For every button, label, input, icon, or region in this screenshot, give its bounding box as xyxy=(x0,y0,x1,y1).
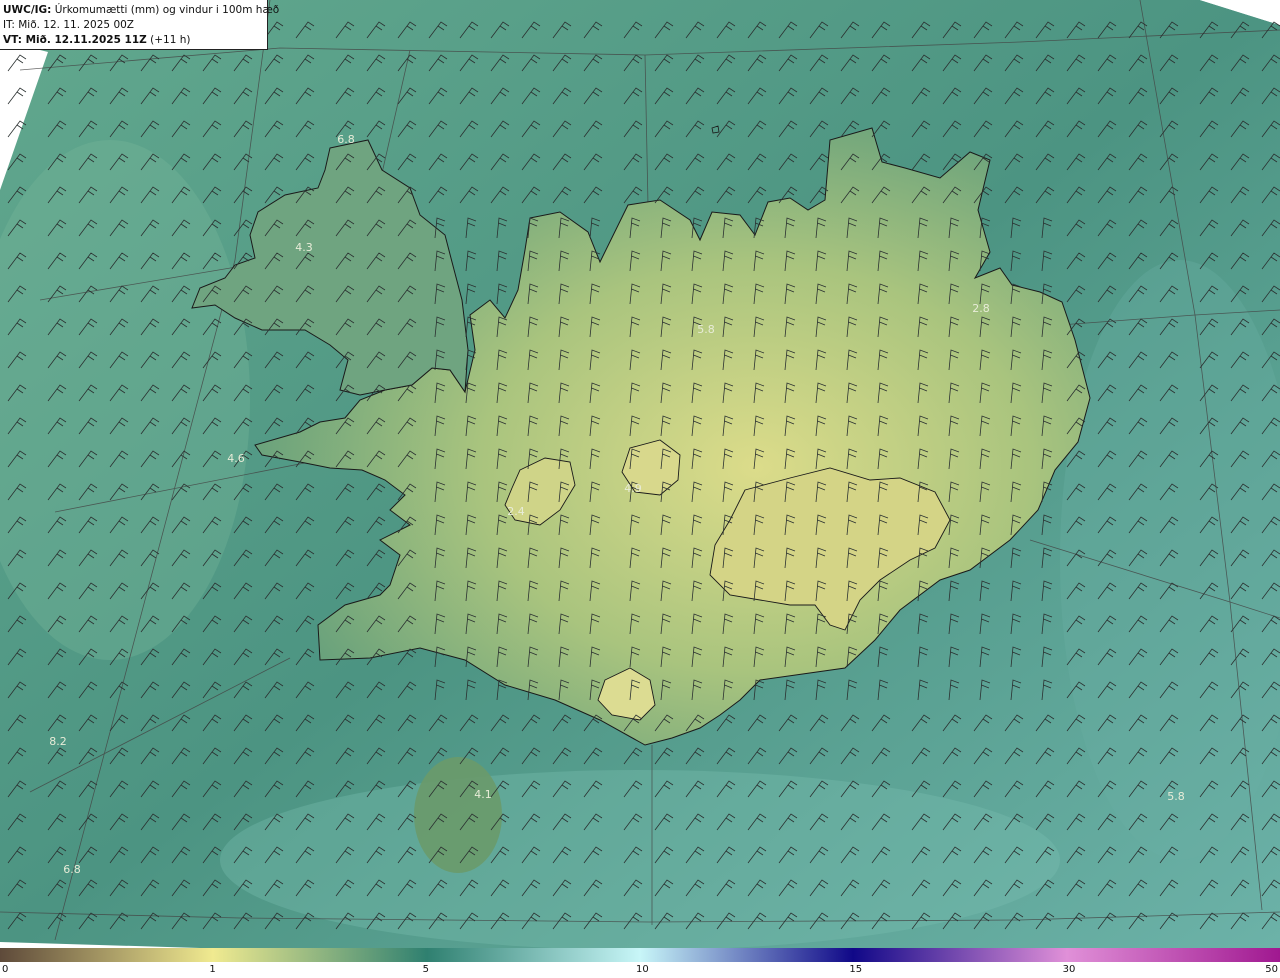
value-label: 6.8 xyxy=(63,863,81,876)
value-label: 5.8 xyxy=(697,323,715,336)
precip-blob-south xyxy=(414,757,502,873)
valid-time: VT: Mið. 12.11.2025 11Z xyxy=(3,34,147,46)
colorbar-tick-label: 30 xyxy=(1062,964,1076,975)
colorbar-labels: 0 1 5 10 15 30 50 xyxy=(0,962,1280,978)
value-label: 5.8 xyxy=(1167,790,1185,803)
init-time: IT: Mið. 12. 11. 2025 00Z xyxy=(3,19,134,31)
value-label: 4.1 xyxy=(474,788,492,801)
colorbar-tick-label: 1 xyxy=(209,964,216,975)
model-label: UWC/IG: xyxy=(3,4,52,16)
colorbar-tick-label: 50 xyxy=(1265,964,1278,975)
title-line-parameter: UWC/IG: Úrkomumætti (mm) og vindur i 100… xyxy=(3,3,279,18)
value-label: 2.8 xyxy=(972,302,990,315)
colorbar-segment xyxy=(640,948,854,962)
colorbar-segment xyxy=(1066,948,1280,962)
colorbar-tick-label: 0 xyxy=(2,964,9,975)
lead-time: (+11 h) xyxy=(146,34,191,46)
value-label: 4.3 xyxy=(295,241,313,254)
colorbar-segment xyxy=(853,948,1067,962)
parameter-label: Úrkomumætti (mm) og vindur i 100m hæð xyxy=(51,4,280,16)
colorbar-segment xyxy=(426,948,640,962)
title-line-valid: VT: Mið. 12.11.2025 11Z (+11 h) xyxy=(3,33,263,48)
map-title-box: UWC/IG: Úrkomumætti (mm) og vindur i 100… xyxy=(0,0,279,50)
colorbar-tick-label: 5 xyxy=(422,964,430,975)
colorbar-segment xyxy=(0,948,214,962)
sea-patch-south xyxy=(220,770,1060,948)
colorbar-tick-label: 15 xyxy=(849,964,863,975)
value-label: 8.2 xyxy=(49,735,67,748)
value-label: 4.9 xyxy=(624,482,642,495)
weather-map: 6.8 4.3 5.8 2.8 4.6 2.4 4.9 8.2 4.1 5.8 6.8 xyxy=(0,0,1280,948)
colorbar-tick-label: 10 xyxy=(636,964,649,975)
value-label: 6.8 xyxy=(337,133,355,146)
value-label: 4.6 xyxy=(227,452,245,465)
value-label: 2.4 xyxy=(507,505,525,518)
colorbar xyxy=(0,948,1280,962)
colorbar-segment xyxy=(213,948,427,962)
